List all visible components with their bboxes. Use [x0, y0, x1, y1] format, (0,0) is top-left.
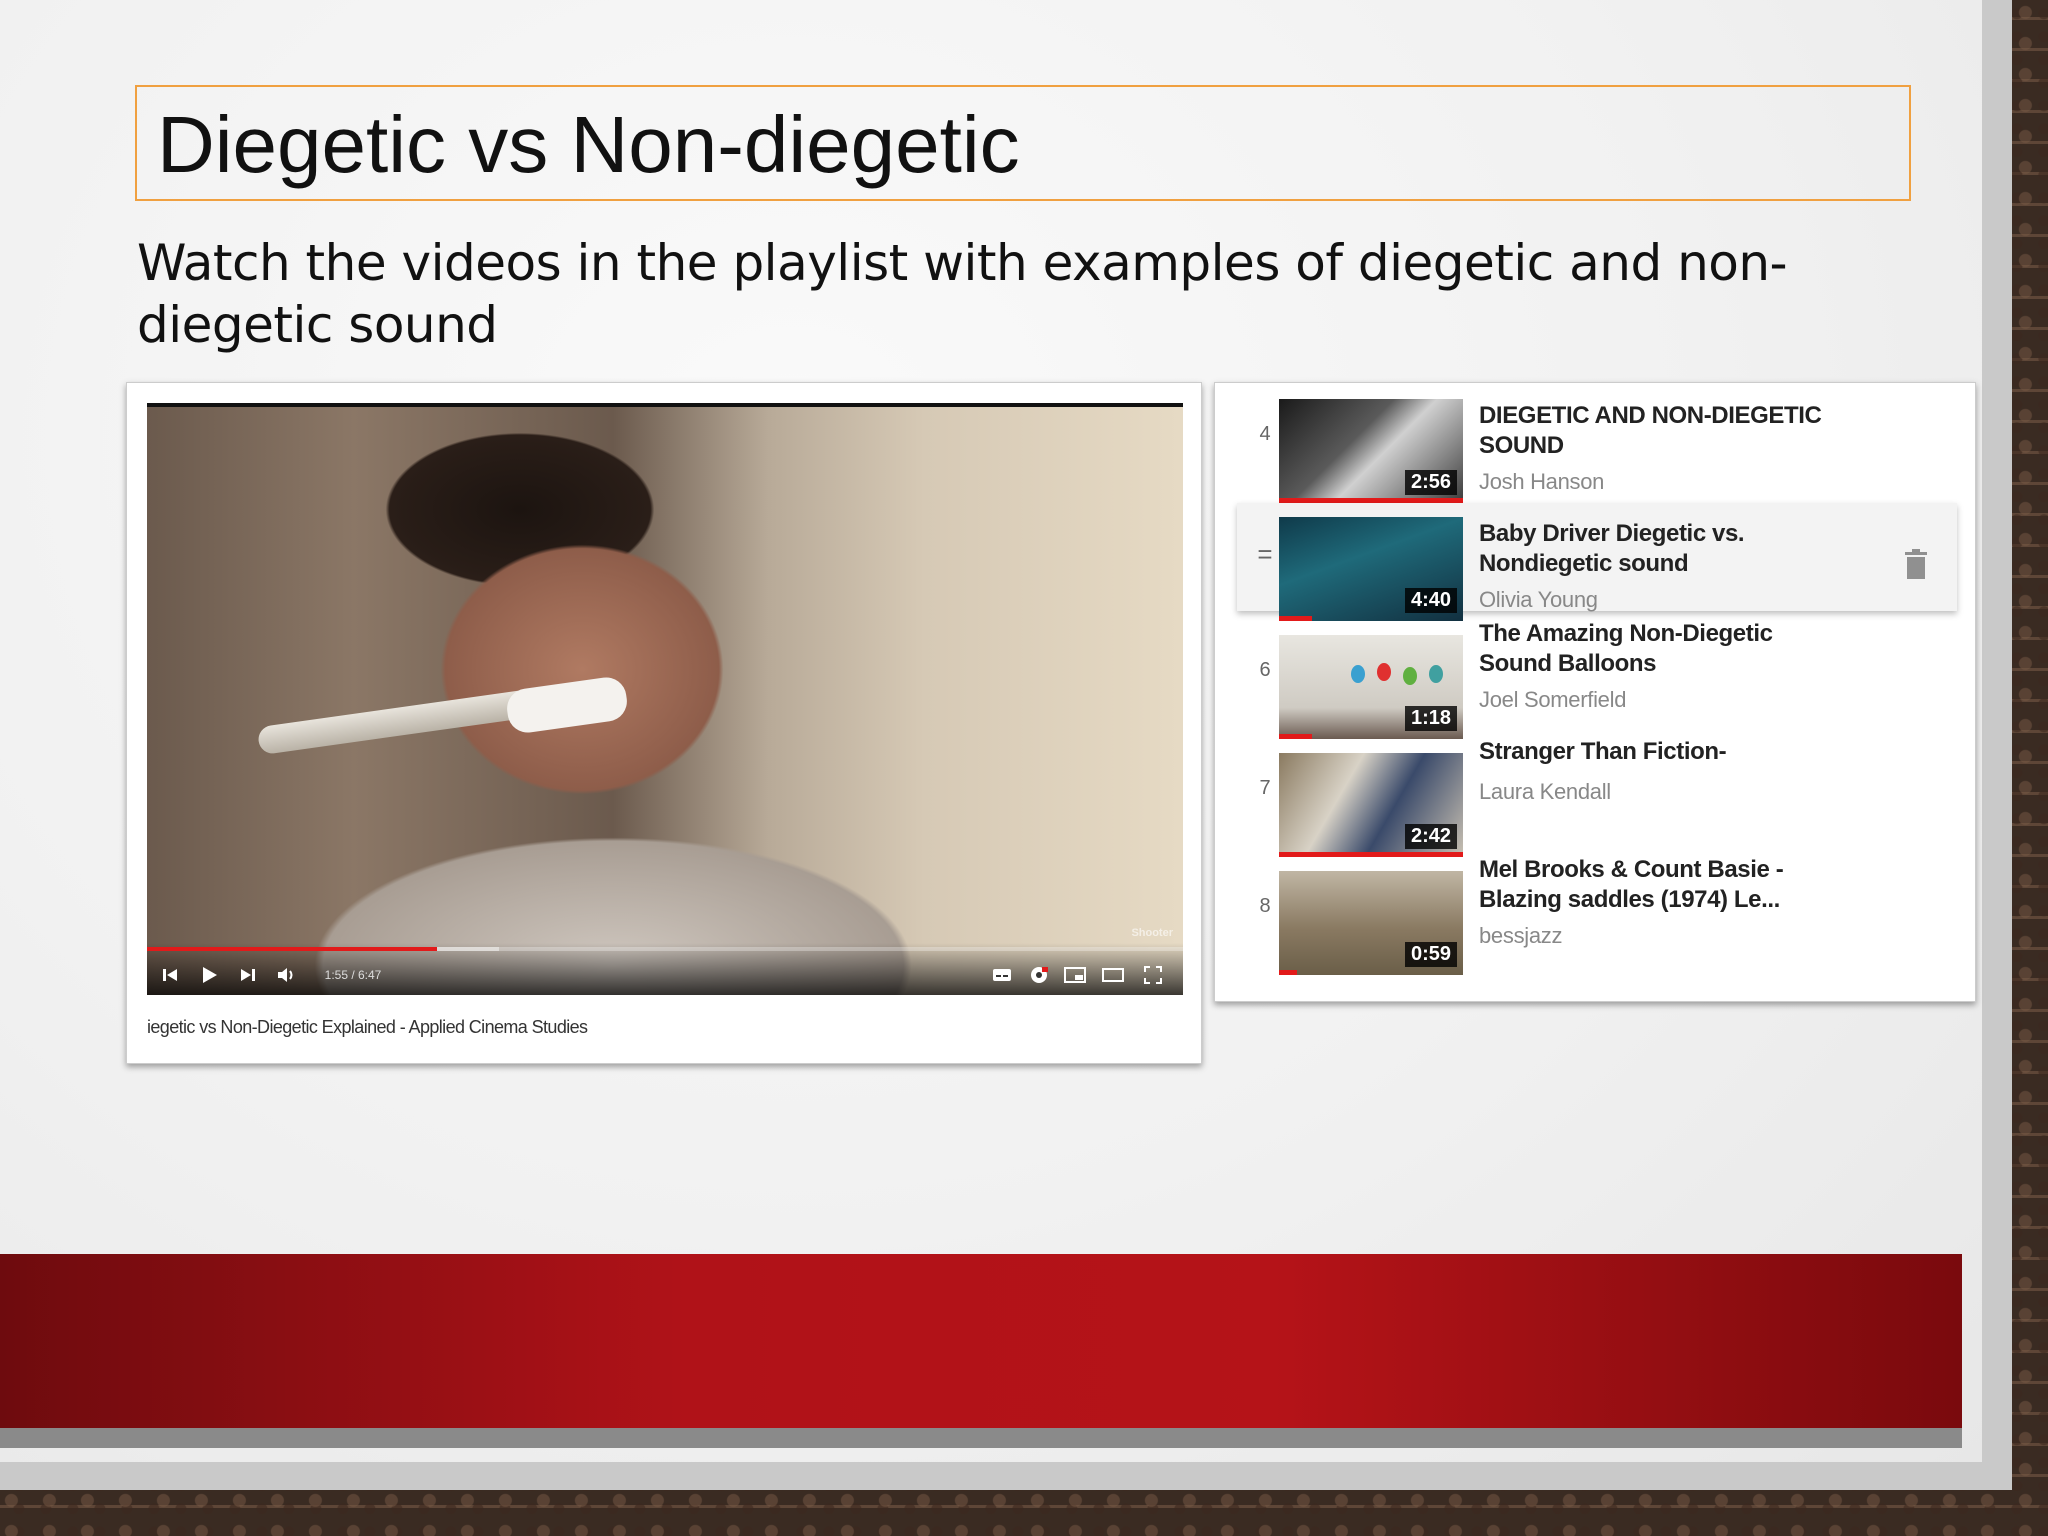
trash-icon[interactable]: [1905, 549, 1927, 579]
player-controls: 1:55 / 6:47: [147, 943, 1183, 995]
slide: Diegetic vs Non-diegetic Watch the video…: [0, 0, 1982, 1462]
playlist-item[interactable]: 8 0:59 Mel Brooks & Count Basie - Blazin…: [1215, 855, 1975, 975]
video-caption[interactable]: iegetic vs Non-Diegetic Explained - Appl…: [147, 1017, 1047, 1038]
playlist-item-channel: Joel Somerfield: [1479, 687, 1627, 712]
drag-handle-icon[interactable]: =: [1255, 539, 1275, 570]
previous-icon[interactable]: [159, 963, 181, 987]
playlist-item-channel: Olivia Young: [1479, 587, 1598, 612]
slide-title: Diegetic vs Non-diegetic: [157, 100, 1020, 189]
playlist-item-index: 6: [1259, 659, 1271, 681]
duration-badge: 0:59: [1404, 942, 1457, 967]
playlist-item[interactable]: 4 2:56 DIEGETIC AND NON-DIEGETIC SOUND J…: [1215, 383, 1975, 503]
video-player-card: Shooter 1:55 / 6:47 iegetic vs Non-Diege…: [126, 382, 1202, 1064]
balloon-green: [1403, 667, 1417, 685]
playlist-item-channel: Laura Kendall: [1479, 779, 1611, 804]
duration-badge: 1:18: [1404, 706, 1457, 731]
playlist-panel: 4 2:56 DIEGETIC AND NON-DIEGETIC SOUND J…: [1214, 382, 1976, 1002]
settings-icon[interactable]: [1027, 963, 1051, 987]
watched-progress: [1279, 970, 1298, 975]
duration-badge: 2:42: [1404, 824, 1457, 849]
video-watermark: Shooter: [1131, 927, 1173, 939]
subtitles-icon[interactable]: [991, 963, 1013, 987]
playlist-item[interactable]: 6 1:18 The Amazing Non-Diegetic Sound Ba…: [1215, 619, 1975, 739]
toothbrush-head: [504, 674, 630, 736]
played-bar: [147, 947, 438, 951]
progress-bar[interactable]: [147, 947, 1183, 951]
duration-badge: 4:40: [1404, 588, 1457, 613]
playlist-item-index: 4: [1259, 423, 1271, 445]
footer-band-edge: [0, 1428, 1962, 1448]
fullscreen-icon[interactable]: [1141, 963, 1165, 987]
playlist-item-channel: Josh Hanson: [1479, 469, 1605, 494]
time-display: 1:55 / 6:47: [324, 968, 382, 982]
playlist-item-title[interactable]: Baby Driver Diegetic vs. Nondiegetic sou…: [1479, 519, 1849, 579]
playlist-item-selected[interactable]: = 4:40 Baby Driver Diegetic vs. Nondiege…: [1237, 503, 1957, 621]
video-thumbnail[interactable]: 2:42: [1279, 753, 1463, 857]
balloon-teal: [1429, 665, 1443, 683]
playlist-item[interactable]: 7 2:42 Stranger Than Fiction- Laura Kend…: [1215, 737, 1975, 857]
slide-subtitle: Watch the videos in the playlist with ex…: [137, 234, 1788, 354]
title-box: Diegetic vs Non-diegetic: [135, 85, 1911, 201]
theater-mode-icon[interactable]: [1101, 963, 1125, 987]
play-icon[interactable]: [197, 963, 221, 987]
playlist-item-channel: bessjazz: [1479, 923, 1563, 948]
video-thumbnail[interactable]: 0:59: [1279, 871, 1463, 975]
footer-red-band: [0, 1254, 1962, 1428]
video-frame[interactable]: Shooter 1:55 / 6:47: [147, 403, 1183, 995]
playlist-item-index: 8: [1259, 895, 1271, 917]
playlist-item-title[interactable]: The Amazing Non-Diegetic Sound Balloons: [1479, 619, 1849, 679]
volume-icon[interactable]: [275, 963, 299, 987]
playlist-item-index: 7: [1259, 777, 1271, 799]
balloon-red: [1377, 663, 1391, 681]
duration-badge: 2:56: [1404, 470, 1457, 495]
video-thumbnail[interactable]: 1:18: [1279, 635, 1463, 739]
miniplayer-icon[interactable]: [1063, 963, 1087, 987]
playlist-item-title[interactable]: Stranger Than Fiction-: [1479, 737, 1849, 767]
playlist-item-title[interactable]: DIEGETIC AND NON-DIEGETIC SOUND: [1479, 401, 1849, 461]
video-thumbnail[interactable]: 4:40: [1279, 517, 1463, 621]
next-icon[interactable]: [237, 963, 259, 987]
playlist-item-title[interactable]: Mel Brooks & Count Basie - Blazing saddl…: [1479, 855, 1849, 915]
balloon-blue: [1351, 665, 1365, 683]
video-thumbnail[interactable]: 2:56: [1279, 399, 1463, 503]
